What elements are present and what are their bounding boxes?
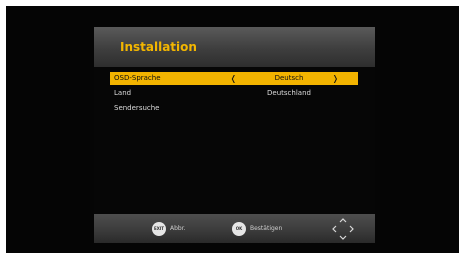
menu-item-value: Deutsch	[274, 74, 304, 82]
exit-key-label: Abbr.	[170, 225, 186, 232]
exit-key-icon[interactable]: EXIT	[152, 222, 166, 236]
chevron-left-icon[interactable]: ❬	[230, 72, 237, 85]
navigation-arrows-icon	[332, 218, 354, 240]
menu-item-label: Sendersuche	[114, 104, 160, 112]
menu-item-label: OSD-Sprache	[114, 74, 161, 82]
menu-item-land[interactable]: Land Deutschland	[110, 87, 358, 100]
ok-key-label: Bestätigen	[250, 225, 283, 232]
menu-item-osd-sprache[interactable]: OSD-Sprache ❬ Deutsch ❭	[110, 72, 358, 85]
menu-item-sendersuche[interactable]: Sendersuche	[110, 102, 358, 115]
menu-item-label: Land	[114, 89, 132, 97]
menu-item-value: Deutschland	[267, 89, 311, 97]
page-title: Installation	[120, 40, 197, 54]
ok-key-icon[interactable]: OK	[232, 222, 246, 236]
chevron-right-icon[interactable]: ❭	[332, 72, 339, 85]
